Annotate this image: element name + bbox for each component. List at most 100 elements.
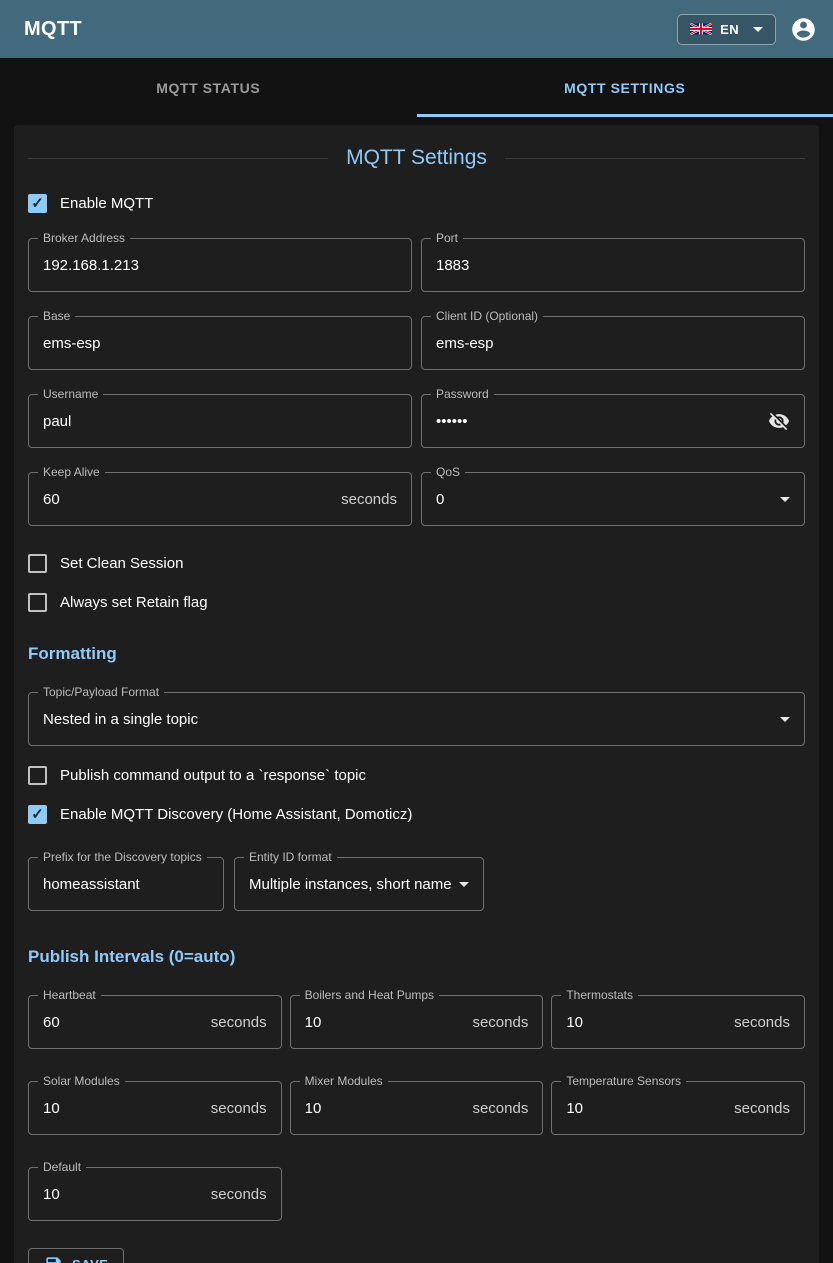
temperature-sensors-input[interactable] bbox=[566, 1100, 726, 1117]
topic-format-value: Nested in a single topic bbox=[43, 711, 198, 728]
client-id-label: Client ID (Optional) bbox=[431, 309, 543, 323]
app-bar: MQTT EN bbox=[0, 0, 833, 58]
broker-address-label: Broker Address bbox=[38, 231, 130, 245]
heartbeat-label: Heartbeat bbox=[38, 988, 101, 1002]
save-button[interactable]: SAVE bbox=[28, 1248, 124, 1263]
base-input[interactable] bbox=[43, 335, 397, 352]
qos-value: 0 bbox=[436, 491, 444, 508]
publish-response-row[interactable]: Publish command output to a `response` t… bbox=[28, 766, 366, 785]
enable-mqtt-label: Enable MQTT bbox=[60, 195, 153, 212]
thermostats-unit: seconds bbox=[726, 1014, 790, 1031]
tab-mqtt-status[interactable]: MQTT STATUS bbox=[0, 58, 417, 117]
divider bbox=[505, 158, 805, 159]
broker-address-field: Broker Address bbox=[28, 238, 412, 292]
save-icon bbox=[44, 1255, 63, 1263]
retain-flag-checkbox[interactable] bbox=[28, 593, 47, 612]
dropdown-arrow-icon bbox=[780, 497, 790, 502]
entity-id-format-label: Entity ID format bbox=[244, 850, 337, 864]
username-field: Username bbox=[28, 394, 412, 448]
keep-alive-label: Keep Alive bbox=[38, 465, 105, 479]
dropdown-arrow-icon bbox=[780, 717, 790, 722]
password-input[interactable] bbox=[436, 413, 768, 430]
username-label: Username bbox=[38, 387, 103, 401]
thermostats-input[interactable] bbox=[566, 1014, 726, 1031]
save-button-label: SAVE bbox=[72, 1257, 108, 1263]
base-clientid-row: Base Client ID (Optional) bbox=[28, 316, 805, 370]
publish-response-label: Publish command output to a `response` t… bbox=[60, 767, 366, 784]
default-interval-label: Default bbox=[38, 1160, 86, 1174]
dropdown-arrow-icon bbox=[459, 882, 469, 887]
boilers-input[interactable] bbox=[305, 1014, 465, 1031]
keep-alive-field: Keep Alive seconds bbox=[28, 472, 412, 526]
app-title: MQTT bbox=[24, 18, 82, 41]
boilers-label: Boilers and Heat Pumps bbox=[300, 988, 439, 1002]
solar-modules-field: Solar Modules seconds bbox=[28, 1081, 282, 1135]
temperature-sensors-field: Temperature Sensors seconds bbox=[551, 1081, 805, 1135]
temperature-sensors-label: Temperature Sensors bbox=[561, 1074, 686, 1088]
topic-format-select[interactable]: Topic/Payload Format Nested in a single … bbox=[28, 692, 805, 746]
publish-intervals-grid: Heartbeat seconds Boilers and Heat Pumps… bbox=[28, 995, 805, 1221]
qos-select[interactable]: QoS 0 bbox=[421, 472, 805, 526]
discovery-options-row: Prefix for the Discovery topics Entity I… bbox=[28, 857, 805, 911]
client-id-field: Client ID (Optional) bbox=[421, 316, 805, 370]
formatting-heading: Formatting bbox=[28, 644, 805, 664]
keep-alive-unit: seconds bbox=[333, 491, 397, 508]
toggle-password-visibility-button[interactable] bbox=[768, 410, 790, 432]
account-icon[interactable] bbox=[790, 16, 817, 43]
language-label: EN bbox=[720, 22, 739, 37]
port-field: Port bbox=[421, 238, 805, 292]
retain-flag-label: Always set Retain flag bbox=[60, 594, 208, 611]
broker-address-input[interactable] bbox=[43, 257, 397, 274]
visibility-off-icon bbox=[768, 410, 790, 432]
base-label: Base bbox=[38, 309, 75, 323]
default-interval-input[interactable] bbox=[43, 1186, 203, 1203]
port-input[interactable] bbox=[436, 257, 790, 274]
broker-port-row: Broker Address Port bbox=[28, 238, 805, 292]
username-input[interactable] bbox=[43, 413, 397, 430]
client-id-input[interactable] bbox=[436, 335, 790, 352]
tab-mqtt-settings[interactable]: MQTT SETTINGS bbox=[417, 58, 833, 117]
chevron-down-icon bbox=[753, 27, 763, 32]
entity-id-format-select[interactable]: Entity ID format Multiple instances, sho… bbox=[234, 857, 484, 911]
discovery-prefix-field: Prefix for the Discovery topics bbox=[28, 857, 224, 911]
solar-modules-input[interactable] bbox=[43, 1100, 203, 1117]
clean-session-label: Set Clean Session bbox=[60, 555, 183, 572]
boilers-unit: seconds bbox=[464, 1014, 528, 1031]
boilers-field: Boilers and Heat Pumps seconds bbox=[290, 995, 544, 1049]
heartbeat-input[interactable] bbox=[43, 1014, 203, 1031]
mqtt-settings-panel: MQTT Settings ✓ Enable MQTT Broker Addre… bbox=[14, 125, 819, 1263]
keepalive-qos-row: Keep Alive seconds QoS 0 bbox=[28, 472, 805, 526]
clean-session-checkbox[interactable] bbox=[28, 554, 47, 573]
discovery-prefix-label: Prefix for the Discovery topics bbox=[38, 850, 207, 864]
thermostats-label: Thermostats bbox=[561, 988, 638, 1002]
mqtt-discovery-row[interactable]: ✓ Enable MQTT Discovery (Home Assistant,… bbox=[28, 805, 412, 824]
mqtt-discovery-checkbox[interactable]: ✓ bbox=[28, 805, 47, 824]
mixer-modules-input[interactable] bbox=[305, 1100, 465, 1117]
retain-flag-row[interactable]: Always set Retain flag bbox=[28, 583, 208, 622]
port-label: Port bbox=[431, 231, 463, 245]
qos-label: QoS bbox=[431, 465, 465, 479]
entity-id-format-value: Multiple instances, short name bbox=[249, 876, 452, 893]
default-interval-unit: seconds bbox=[203, 1186, 267, 1203]
keep-alive-input[interactable] bbox=[43, 491, 333, 508]
heartbeat-field: Heartbeat seconds bbox=[28, 995, 282, 1049]
password-label: Password bbox=[431, 387, 494, 401]
session-checkboxes: Set Clean Session Always set Retain flag bbox=[28, 544, 805, 622]
language-selector[interactable]: EN bbox=[677, 14, 776, 45]
discovery-prefix-input[interactable] bbox=[43, 876, 209, 893]
heartbeat-unit: seconds bbox=[203, 1014, 267, 1031]
solar-modules-label: Solar Modules bbox=[38, 1074, 125, 1088]
enable-mqtt-checkbox[interactable]: ✓ bbox=[28, 194, 47, 213]
clean-session-row[interactable]: Set Clean Session bbox=[28, 544, 183, 583]
publish-intervals-heading: Publish Intervals (0=auto) bbox=[28, 947, 805, 967]
tab-mqtt-status-label: MQTT STATUS bbox=[156, 80, 260, 96]
mixer-modules-label: Mixer Modules bbox=[300, 1074, 388, 1088]
enable-mqtt-row[interactable]: ✓ Enable MQTT bbox=[28, 194, 153, 213]
page-title: MQTT Settings bbox=[328, 146, 505, 170]
credentials-row: Username Password bbox=[28, 394, 805, 448]
app-bar-actions: EN bbox=[677, 14, 817, 45]
publish-response-checkbox[interactable] bbox=[28, 766, 47, 785]
password-field: Password bbox=[421, 394, 805, 448]
topic-format-label: Topic/Payload Format bbox=[38, 685, 164, 699]
divider bbox=[28, 158, 328, 159]
